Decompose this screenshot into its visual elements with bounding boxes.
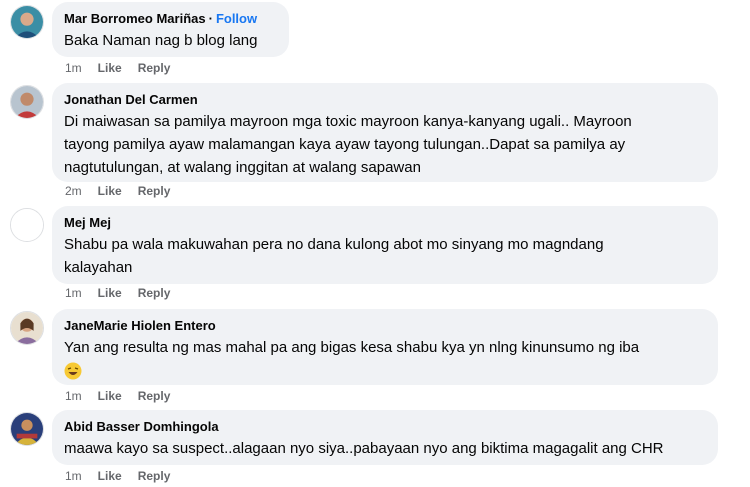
comment-actions: 2m Like Reply	[65, 184, 186, 198]
timestamp[interactable]: 1m	[65, 61, 82, 75]
reply-button[interactable]: Reply	[138, 184, 171, 198]
laughing-emoji-icon	[64, 362, 82, 380]
avatar[interactable]	[10, 85, 44, 119]
author-name[interactable]: JaneMarie Hiolen Entero	[64, 317, 706, 334]
timestamp[interactable]: 1m	[65, 469, 82, 483]
comment-actions: 1m Like Reply	[65, 286, 186, 300]
avatar[interactable]	[10, 311, 44, 345]
avatar[interactable]	[10, 5, 44, 39]
comment-actions: 1m Like Reply	[65, 389, 186, 403]
comment-actions: 1m Like Reply	[65, 469, 186, 483]
comment-bubble: JaneMarie Hiolen Entero Yan ang resulta …	[52, 309, 718, 385]
comment-text: Shabu pa wala makuwahan pera no dana kul…	[64, 233, 706, 279]
author-name[interactable]: Mej Mej	[64, 214, 706, 231]
author-name[interactable]: Mar Borromeo Mariñas	[64, 11, 206, 26]
comment-bubble: Jonathan Del Carmen Di maiwasan sa pamil…	[52, 83, 718, 182]
avatar[interactable]	[10, 412, 44, 446]
author-name[interactable]: Jonathan Del Carmen	[64, 91, 706, 108]
comment-text-line: tayong pamilya ayaw malamangan kaya ayaw…	[64, 136, 626, 153]
comment-text: Baka Naman nag b blog lang	[64, 32, 258, 49]
author-name[interactable]: Abid Basser Domhingola	[64, 418, 706, 435]
comment-text-line: nagtutulungan, at walang inggitan at wal…	[64, 159, 421, 176]
comment-actions: 1m Like Reply	[65, 61, 186, 75]
follow-link[interactable]: Follow	[216, 11, 257, 26]
reply-button[interactable]: Reply	[138, 286, 171, 300]
reply-button[interactable]: Reply	[138, 469, 171, 483]
comment-text-line: Yan ang resulta ng mas mahal pa ang biga…	[64, 339, 640, 356]
like-button[interactable]: Like	[98, 184, 122, 198]
like-button[interactable]: Like	[98, 286, 122, 300]
comment-bubble: Abid Basser Domhingola maawa kayo sa sus…	[52, 410, 718, 465]
like-button[interactable]: Like	[98, 61, 122, 75]
comment-text: Di maiwasan sa pamilya mayroon mga toxic…	[64, 110, 706, 179]
like-button[interactable]: Like	[98, 469, 122, 483]
reply-button[interactable]: Reply	[138, 389, 171, 403]
timestamp[interactable]: 2m	[65, 184, 82, 198]
comment-bubble: Mar Borromeo Mariñas · Follow Baka Naman n…	[52, 2, 289, 57]
timestamp[interactable]: 1m	[65, 286, 82, 300]
comment-text-line: Di maiwasan sa pamilya mayroon mga toxic…	[64, 113, 632, 130]
comment-text-line: kalayahan	[64, 259, 133, 276]
like-button[interactable]: Like	[98, 389, 122, 403]
comment-bubble: Mej Mej Shabu pa wala makuwahan pera no …	[52, 206, 718, 284]
comment-text: maawa kayo sa suspect..alagaan nyo siya.…	[64, 440, 664, 457]
reply-button[interactable]: Reply	[138, 61, 171, 75]
comment-text: Yan ang resulta ng mas mahal pa ang biga…	[64, 336, 706, 382]
timestamp[interactable]: 1m	[65, 389, 82, 403]
avatar[interactable]	[10, 208, 44, 242]
comment-text-line: Shabu pa wala makuwahan pera no dana kul…	[64, 236, 604, 253]
separator-dot: ·	[208, 11, 213, 26]
